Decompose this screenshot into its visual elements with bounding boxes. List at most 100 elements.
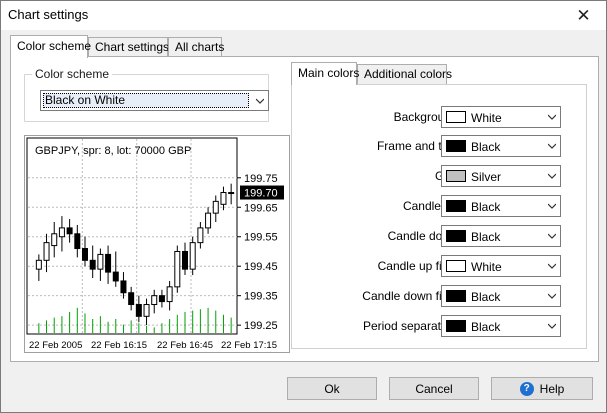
tab-main-colors[interactable]: Main colors [291, 62, 359, 85]
chart-title: GBPJPY, spr: 8, lot: 70000 GBP [35, 145, 191, 157]
candle-body [143, 304, 150, 317]
color-name: White [471, 260, 502, 274]
color-scheme-group: Color scheme Black on White [24, 67, 269, 122]
color-name: Black [471, 140, 501, 154]
color-row-frame-and-text: Frame and text: Black [292, 135, 588, 157]
color-name: Black [471, 200, 501, 214]
color-name: Black [471, 290, 501, 304]
color-scheme-panel: Color scheme Black on White GBPJPY, spr:… [10, 56, 599, 362]
color-swatch [446, 200, 466, 212]
candle-body [74, 233, 81, 250]
title-bar: Chart settings ✕ [1, 1, 606, 30]
color-swatch [446, 140, 466, 152]
candle-body [89, 259, 96, 270]
color-scheme-dropdown[interactable]: Black on White [40, 90, 269, 111]
candle-body [105, 253, 112, 273]
chevron-down-icon [548, 114, 556, 120]
color-swatch [446, 170, 466, 182]
candle-body [82, 248, 88, 261]
candle-down-color-select[interactable]: Black [441, 225, 561, 247]
candle-body [212, 200, 219, 214]
tab-color-scheme[interactable]: Color scheme [10, 35, 91, 58]
background-color-select[interactable]: White [441, 106, 561, 128]
color-row-period-separators: Period separators: Black [292, 315, 588, 337]
chevron-down-icon [548, 233, 556, 239]
candle-up-filler-color-select[interactable]: White [441, 255, 561, 277]
candle-body [58, 227, 65, 238]
x-tick-label: 22 Feb 17:15 [221, 340, 277, 351]
color-row-candle-down: Candle down: Black [292, 225, 588, 247]
candle-body [151, 295, 158, 306]
y-tick-label: 199.35 [244, 291, 278, 303]
chart-preview-svg: GBPJPY, spr: 8, lot: 70000 GBP 199.75 199.… [26, 137, 284, 351]
help-button-label: Help [539, 381, 565, 396]
candle-body [228, 192, 235, 195]
color-row-candle-down-filler: Candle down filler: Black [292, 285, 588, 307]
color-row-background: Background: White [292, 106, 588, 128]
color-name: Black [471, 230, 501, 244]
color-name: Silver [471, 170, 502, 184]
color-swatch [446, 320, 466, 332]
chevron-down-icon [548, 203, 556, 209]
candle-body [189, 242, 196, 270]
tab-chart-settings[interactable]: Chart settings [88, 37, 169, 57]
chart-preview: GBPJPY, spr: 8, lot: 70000 GBP 199.75 199.… [24, 135, 290, 353]
color-name: Black [471, 320, 501, 334]
candle-body [35, 259, 42, 270]
help-button[interactable]: ? Help [491, 377, 593, 400]
color-row-candle-up: Candle up: Black [292, 195, 588, 217]
current-price-label: 199.70 [244, 188, 278, 200]
candle-body [120, 280, 127, 294]
help-icon: ? [519, 381, 534, 396]
candle-body [158, 295, 165, 303]
candle-body [66, 227, 73, 235]
candle-body [182, 250, 188, 270]
grid-color-select[interactable]: Silver [441, 165, 561, 187]
candle-body [43, 242, 50, 261]
y-tick-label: 199.45 [244, 261, 278, 273]
x-tick-label: 22 Feb 2005 [29, 340, 82, 351]
chevron-down-icon [548, 143, 556, 149]
candle-body [205, 212, 212, 229]
candle-up-color-select[interactable]: Black [441, 195, 561, 217]
frame-and-text-color-select[interactable]: Black [441, 135, 561, 157]
candle-down-filler-color-select[interactable]: Black [441, 285, 561, 307]
color-swatch [446, 111, 466, 123]
chevron-down-icon [548, 323, 556, 329]
chart-settings-window: Chart settings ✕ Color scheme Chart sett… [0, 0, 607, 413]
cancel-button[interactable]: Cancel [389, 377, 479, 400]
tab-all-charts[interactable]: All charts [168, 37, 224, 57]
chevron-down-icon [548, 293, 556, 299]
x-tick-label: 22 Feb 16:45 [157, 340, 213, 351]
color-row-candle-up-filler: Candle up filler: White [292, 255, 588, 277]
candle-body [197, 227, 204, 244]
y-tick-label: 199.75 [244, 173, 278, 185]
color-scheme-value: Black on White [43, 93, 249, 108]
color-swatch [446, 290, 466, 302]
candle-body [128, 292, 135, 306]
main-colors-panel: Background: White Frame and text: Black … [291, 84, 587, 349]
candle-body [97, 253, 104, 270]
color-row-grid: Grid: Silver [292, 165, 588, 187]
color-name: White [471, 111, 502, 125]
color-swatch [446, 260, 466, 272]
candle-body [220, 192, 227, 205]
chevron-down-icon [548, 173, 556, 179]
candle-body [135, 304, 142, 317]
x-tick-label: 22 Feb 16:15 [91, 340, 147, 351]
window-title: Chart settings [8, 7, 89, 22]
candle-body [166, 286, 173, 303]
tab-additional-colors[interactable]: Additional colors [357, 64, 452, 84]
color-swatch [446, 230, 466, 242]
candle-body [174, 250, 181, 288]
candle-body [51, 233, 58, 247]
y-tick-label: 199.25 [244, 320, 278, 332]
chevron-down-icon [256, 98, 264, 104]
chevron-down-icon [548, 263, 556, 269]
period-separators-color-select[interactable]: Black [441, 315, 561, 337]
y-tick-label: 199.55 [244, 232, 278, 244]
candle-body [112, 271, 119, 282]
color-scheme-group-label: Color scheme [32, 67, 113, 81]
ok-button[interactable]: Ok [287, 377, 377, 400]
close-icon[interactable]: ✕ [561, 1, 606, 30]
